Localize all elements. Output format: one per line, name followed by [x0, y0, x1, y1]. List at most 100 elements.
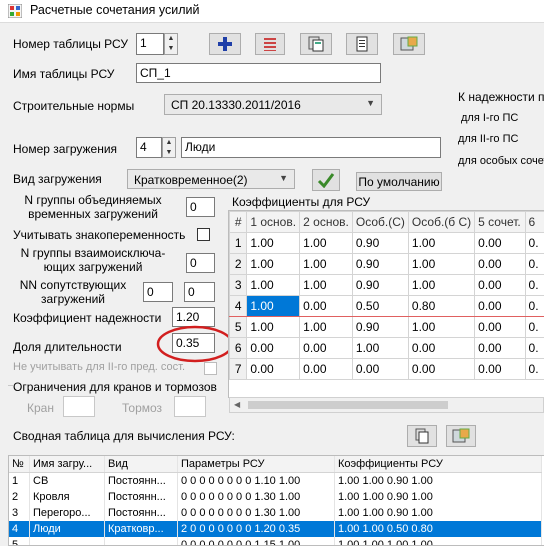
add-button[interactable]	[209, 33, 241, 55]
scroll-left-icon[interactable]: ◀	[234, 400, 240, 409]
copy-button[interactable]	[300, 33, 332, 55]
apply-button[interactable]	[312, 169, 340, 191]
row-index: 5	[9, 537, 30, 546]
load-name-input[interactable]: Люди	[181, 137, 441, 158]
table-cell[interactable]: 0.00	[300, 296, 353, 317]
table-cell[interactable]: 1.00	[247, 275, 300, 296]
table-cell[interactable]: 0.00	[408, 359, 474, 380]
table-cell[interactable]: 1.00	[408, 275, 474, 296]
table-cell[interactable]: 1.00	[247, 317, 300, 338]
scrollbar-thumb[interactable]	[248, 401, 448, 409]
col-header[interactable]: Особ.(б С)	[408, 212, 474, 233]
table-cell[interactable]: 0.	[525, 317, 544, 338]
table-cell[interactable]: 1.00	[300, 317, 353, 338]
table-cell[interactable]: 0.	[525, 296, 544, 317]
table-cell[interactable]: 1.00	[300, 275, 353, 296]
table-name-input[interactable]: СП_1	[136, 63, 381, 83]
building-codes-select[interactable]: СП 20.13330.2011/2016 ▼	[164, 94, 382, 115]
table-number-spinner[interactable]: ▲▼	[164, 33, 178, 55]
load-number-spinner[interactable]: ▲▼	[162, 137, 176, 158]
row-number[interactable]: 2	[230, 254, 247, 275]
col-header[interactable]: 6	[525, 212, 544, 233]
table-cell[interactable]: 0.	[525, 338, 544, 359]
brake-input[interactable]	[174, 396, 206, 417]
summary-settings-button[interactable]	[446, 425, 476, 447]
table-cell[interactable]: 0.00	[408, 338, 474, 359]
col-header[interactable]: Коэффициенты РСУ	[335, 456, 542, 473]
load-type-select[interactable]: Кратковременное(2) ▼	[127, 169, 295, 189]
col-header[interactable]: #	[230, 212, 247, 233]
row-number[interactable]: 3	[230, 275, 247, 296]
ignore-second-group-checkbox[interactable]	[204, 362, 217, 375]
row-number[interactable]: 7	[230, 359, 247, 380]
row-number[interactable]: 6	[230, 338, 247, 359]
document-button[interactable]	[346, 33, 378, 55]
table-cell[interactable]: 1.00	[300, 254, 353, 275]
table-cell[interactable]: 0.	[525, 254, 544, 275]
table-cell[interactable]: 0.00	[247, 338, 300, 359]
table-cell[interactable]: 0.00	[300, 359, 353, 380]
table-cell[interactable]: 1.00	[300, 233, 353, 254]
col-header[interactable]: 5 сочет.	[475, 212, 525, 233]
table-cell[interactable]: 1.00	[408, 233, 474, 254]
table-cell[interactable]: 0.	[525, 359, 544, 380]
table-cell[interactable]: 0.00	[475, 296, 525, 317]
col-header[interactable]: 1 основ.	[247, 212, 300, 233]
plus-icon	[217, 36, 233, 52]
col-header[interactable]: Имя загру...	[30, 456, 105, 473]
col-header[interactable]: №	[9, 456, 30, 473]
default-button[interactable]: По умолчанию	[356, 172, 442, 191]
table-cell[interactable]: 0.50	[352, 296, 408, 317]
table-cell[interactable]: 1.00	[247, 254, 300, 275]
col-header[interactable]: Параметры РСУ	[178, 456, 335, 473]
settings-table-button[interactable]	[393, 33, 425, 55]
table-cell[interactable]: 0.00	[475, 317, 525, 338]
table-cell[interactable]: 0.00	[352, 359, 408, 380]
row-number[interactable]: 1	[230, 233, 247, 254]
table-cell[interactable]: 0.90	[352, 233, 408, 254]
delete-button[interactable]	[255, 33, 285, 55]
summary-copy-button[interactable]	[407, 425, 437, 447]
col-header[interactable]: Вид	[105, 456, 178, 473]
col-header[interactable]: Особ.(С)	[352, 212, 408, 233]
horizontal-scrollbar[interactable]: ◀	[229, 397, 544, 413]
table-cell-selected[interactable]: 1.00	[247, 296, 300, 317]
row-name: СВ	[30, 473, 105, 490]
table-cell[interactable]: 1.00	[247, 233, 300, 254]
table-cell[interactable]: 0.00	[300, 338, 353, 359]
accompanying-input-2[interactable]: 0	[184, 282, 215, 302]
table-row-selected[interactable]: 4 Люди Кратковр... 2 0 0 0 0 0 0 0 1.20 …	[9, 521, 542, 537]
table-cell[interactable]: 0.	[525, 275, 544, 296]
table-row[interactable]: 1 СВ Постоянн... 0 0 0 0 0 0 0 0 1.10 1.…	[9, 473, 542, 490]
table-cell[interactable]: 0.00	[247, 359, 300, 380]
table-cell[interactable]: 1.00	[408, 317, 474, 338]
sign-variable-label: Учитывать знакопеременность	[13, 228, 185, 242]
table-cell[interactable]: 0.00	[475, 275, 525, 296]
table-cell[interactable]: 1.00	[352, 338, 408, 359]
sign-variable-checkbox[interactable]	[197, 228, 210, 241]
table-cell[interactable]: 0.00	[475, 338, 525, 359]
table-row[interactable]: 2 Кровля Постоянн... 0 0 0 0 0 0 0 0 1.3…	[9, 489, 542, 505]
table-cell[interactable]: 1.00	[408, 254, 474, 275]
exclusive-group-input[interactable]: 0	[186, 253, 215, 273]
row-number[interactable]: 4	[230, 296, 247, 317]
reliability-coef-label: Коэффициент надежности	[13, 311, 161, 325]
table-cell[interactable]: 0.90	[352, 254, 408, 275]
table-row[interactable]: 3 Перегоро... Постоянн... 0 0 0 0 0 0 0 …	[9, 505, 542, 521]
table-cell[interactable]: 0.90	[352, 317, 408, 338]
accompanying-input-1[interactable]: 0	[143, 282, 173, 302]
table-cell[interactable]: 0.	[525, 233, 544, 254]
table-cell[interactable]: 0.00	[475, 254, 525, 275]
row-params: 0 0 0 0 0 0 0 0 1.30 1.00	[178, 505, 335, 521]
col-header[interactable]: 2 основ.	[300, 212, 353, 233]
row-number[interactable]: 5	[230, 317, 247, 338]
table-cell[interactable]: 0.80	[408, 296, 474, 317]
table-cell[interactable]: 0.00	[475, 359, 525, 380]
table-row[interactable]: 5 ... ... 0 0 0 0 0 0 0 0 1.15 1.00 1.00…	[9, 537, 542, 546]
group-input[interactable]: 0	[186, 197, 215, 217]
crane-input[interactable]	[63, 396, 95, 417]
load-number-input[interactable]: 4	[136, 137, 162, 158]
table-cell[interactable]: 0.90	[352, 275, 408, 296]
table-cell[interactable]: 0.00	[475, 233, 525, 254]
table-number-input[interactable]: 1	[136, 33, 164, 55]
